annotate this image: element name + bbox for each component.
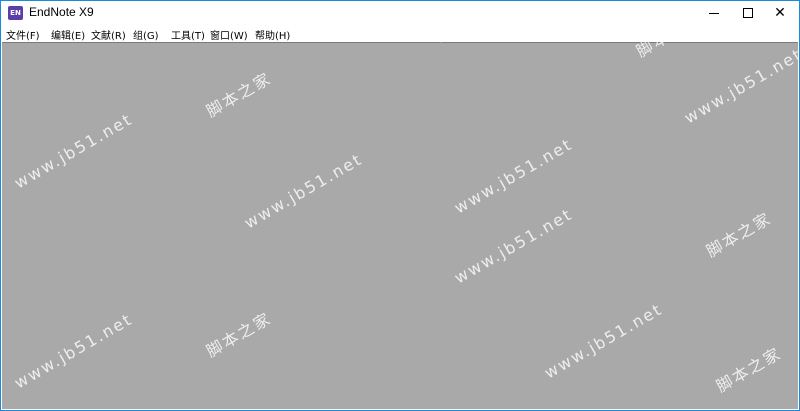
menu-bar: 文件(F) 编辑(E) 文献(R) 组(G) 工具(T) 窗口(W) 帮助(H) xyxy=(1,25,799,42)
close-icon: ✕ xyxy=(774,5,786,21)
window-title: EndNote X9 xyxy=(29,5,94,19)
maximize-icon xyxy=(743,8,753,18)
endnote-window: EN EndNote X9 ✕ 文件(F) 编辑(E) 文献(R) 组(G) 工… xyxy=(0,0,800,411)
menu-file[interactable]: 文件(F) xyxy=(6,27,40,42)
menu-groups[interactable]: 组(G) xyxy=(133,27,159,42)
title-bar[interactable]: EN EndNote X9 ✕ xyxy=(1,1,799,25)
menu-references[interactable]: 文献(R) xyxy=(91,27,126,42)
menu-edit[interactable]: 编辑(E) xyxy=(51,27,85,42)
endnote-app-icon[interactable]: EN xyxy=(8,6,23,20)
menu-tools[interactable]: 工具(T) xyxy=(171,27,205,42)
minimize-icon xyxy=(709,12,719,14)
menu-window[interactable]: 窗口(W) xyxy=(210,27,248,42)
mdi-client-area[interactable] xyxy=(2,42,798,409)
close-button[interactable]: ✕ xyxy=(757,1,799,25)
menu-help[interactable]: 帮助(H) xyxy=(255,27,290,42)
